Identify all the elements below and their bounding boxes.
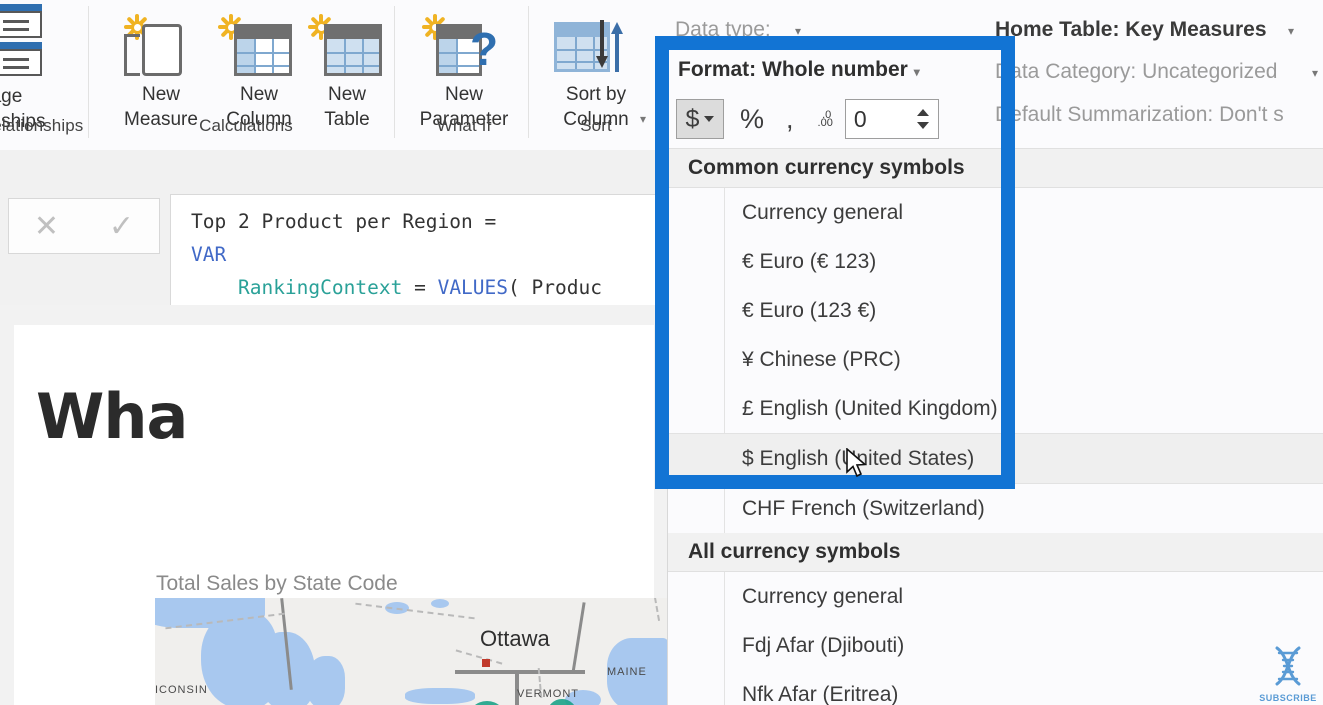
chevron-down-icon (704, 116, 715, 122)
format-caret-icon[interactable]: ▾ (914, 65, 920, 79)
map-city-marker (482, 659, 490, 667)
map-water (431, 599, 449, 608)
new-measure-icon[interactable] (116, 12, 208, 78)
map-data-bubble[interactable] (467, 701, 507, 705)
map-label-ottawa: Ottawa (480, 626, 550, 651)
new-parameter-icon[interactable]: ? (420, 12, 510, 78)
dropdown-item-afar-eritrea[interactable]: Nfk Afar (Eritrea) (668, 670, 1323, 705)
dropdown-section-header-all: All currency symbols (668, 533, 1323, 572)
new-column-icon[interactable] (214, 12, 300, 78)
ribbon-group-calculations: New Measure New Column New Table Calcula… (96, 0, 396, 150)
map-road (571, 602, 586, 674)
currency-symbol-label: $ (685, 104, 700, 133)
dropdown-item-english-us[interactable]: $ English (United States) (668, 433, 1323, 484)
table-grid-icon (324, 24, 382, 76)
ribbon-divider (394, 6, 395, 138)
default-summarization-label[interactable]: Default Summarization: Don't s (995, 103, 1284, 127)
map-border (355, 602, 475, 620)
map-water (305, 656, 345, 705)
percent-format-button[interactable]: % (740, 104, 764, 135)
visual-title: Total Sales by State Code (156, 572, 398, 595)
cancel-formula-button[interactable]: ✕ (9, 199, 84, 253)
stepper-arrows[interactable] (912, 109, 938, 129)
currency-symbol-dropdown[interactable]: Common currency symbols Currency general… (667, 148, 1323, 705)
data-type-caret-icon[interactable]: ▾ (795, 24, 801, 38)
new-table-icon[interactable] (304, 12, 390, 78)
map-water (405, 688, 475, 704)
sort-arrows-icon (596, 20, 632, 76)
sort-by-column-icon[interactable] (554, 14, 638, 76)
map-label-maine: MAINE (607, 666, 647, 678)
format-label: Format: Whole number ▾ (678, 58, 920, 82)
dax-token-values: VALUES (437, 276, 509, 299)
dna-helix-icon (1275, 646, 1301, 686)
report-canvas: Wha Total Sales by State Code Ottawa MAI… (0, 305, 690, 705)
dropdown-item-currency-general[interactable]: Currency general (668, 188, 1323, 237)
dropdown-item-afar-djibouti[interactable]: Fdj Afar (Djibouti) (668, 621, 1323, 670)
home-table-caret-icon[interactable]: ▾ (1288, 24, 1294, 38)
dropdown-item-euro-prefix[interactable]: € Euro (€ 123) (668, 237, 1323, 286)
dropdown-item-chinese-prc[interactable]: ¥ Chinese (PRC) (668, 335, 1323, 384)
ribbon-group-label-calculations: Calculations (199, 116, 293, 135)
manage-relationships-icon[interactable] (0, 4, 56, 80)
currency-format-button[interactable]: $ (676, 99, 724, 139)
dropdown-item-english-uk[interactable]: £ English (United Kingdom) (668, 384, 1323, 433)
home-table-label[interactable]: Home Table: Key Measures (995, 18, 1267, 42)
data-category-caret-icon[interactable]: ▾ (1312, 66, 1318, 80)
ribbon: nage onships Relationships New Measure (0, 0, 660, 150)
thousands-separator-button[interactable]: , (786, 104, 794, 135)
ribbon-group-label-relationships: Relationships (0, 116, 84, 135)
decimal-places-value[interactable]: 0 (846, 106, 912, 133)
format-toolbar: $ % , .0 .00 0 (676, 98, 939, 140)
question-mark-icon: ? (470, 23, 499, 75)
commit-formula-button[interactable]: ✓ (84, 199, 159, 253)
subscribe-watermark: SUBSCRIBE (1255, 645, 1321, 703)
data-type-label: Data type: (675, 18, 771, 41)
dropdown-item-french-switzerland[interactable]: CHF French (Switzerland) (668, 484, 1323, 533)
calculator-icon (142, 24, 182, 76)
dax-token-var: VAR (191, 243, 227, 266)
map-border (653, 598, 661, 621)
dax-token-produc: Produc (531, 276, 602, 299)
dax-measure-name: Top 2 Product per Region = (191, 210, 497, 233)
report-headline: Wha (36, 380, 188, 453)
ribbon-group-whatif: ? New Parameter What If (398, 0, 528, 150)
ribbon-divider (528, 6, 529, 138)
decimal-places-stepper[interactable]: 0 (844, 99, 939, 139)
decimal-places-icon[interactable]: .0 .00 (818, 109, 833, 129)
stepper-up-icon[interactable] (916, 109, 929, 116)
ribbon-group-label-whatif: What If (436, 116, 492, 135)
dax-token-rankingcontext: RankingContext (237, 276, 403, 299)
dropdown-item-all-currency-general[interactable]: Currency general (668, 572, 1323, 621)
dropdown-section-header-common: Common currency symbols (668, 149, 1323, 188)
table-grid-icon (234, 24, 292, 76)
stepper-down-icon[interactable] (916, 122, 929, 129)
ribbon-group-label-sort: Sort (580, 116, 612, 135)
ribbon-group-relationships: nage onships Relationships (0, 0, 83, 150)
format-label-text: Format: Whole number (678, 58, 908, 81)
mouse-cursor (846, 448, 868, 478)
map-road (455, 670, 585, 674)
formula-bar: ✕ ✓ Top 2 Product per Region = VAR Ranki… (0, 150, 690, 456)
data-category-label[interactable]: Data Category: Uncategorized (995, 60, 1278, 84)
map-label-vermont: VERMONT (517, 688, 579, 700)
bracket-icon (124, 34, 140, 76)
ribbon-group-sort: Sort by Column ▾ Sort (532, 0, 660, 150)
formula-commit-buttons: ✕ ✓ (8, 198, 160, 254)
subscribe-label: SUBSCRIBE (1259, 693, 1317, 703)
map-label-wisconsin: ICONSIN (155, 684, 208, 696)
map-visual[interactable]: Ottawa MAINE VERMONT ICONSIN (155, 598, 670, 705)
ribbon-divider (88, 6, 89, 138)
dropdown-item-euro-suffix[interactable]: € Euro (123 €) (668, 286, 1323, 335)
